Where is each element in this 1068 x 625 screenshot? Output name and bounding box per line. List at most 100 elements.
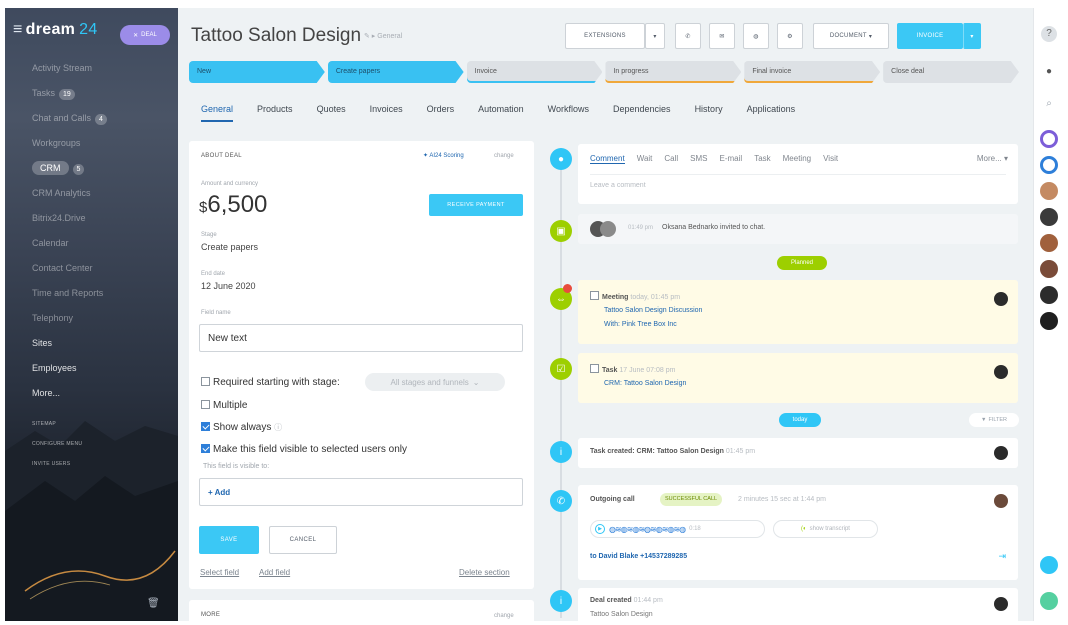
save-button[interactable]: SAVE [199, 526, 259, 554]
option-required[interactable]: Required starting with stage: [201, 377, 340, 388]
help-icon[interactable]: ? [1041, 26, 1057, 42]
help-icon[interactable]: ⓘ [274, 423, 282, 432]
avatar[interactable] [1040, 208, 1058, 226]
sidebar-item-calendar[interactable]: Calendar [5, 231, 178, 256]
multiple-checkbox[interactable] [201, 400, 210, 409]
tab-invoices[interactable]: Invoices [370, 104, 403, 122]
edit-icon[interactable]: ✎ ▸ [364, 33, 377, 40]
hamburger-icon[interactable]: ≡ [13, 21, 23, 38]
bitrix-logo[interactable]: ≡ dream 24 [13, 21, 98, 39]
composer-tab-meeting[interactable]: Meeting [783, 154, 811, 164]
document-button[interactable]: DOCUMENT ▾ [813, 23, 889, 49]
stage-create-papers[interactable]: Create papers [327, 61, 464, 83]
sidebar-item-chat[interactable]: Chat and Calls 4 [5, 106, 178, 131]
add-users-field[interactable]: + Add [199, 478, 523, 506]
sidebar-item-crm[interactable]: CRM 5 [5, 156, 178, 181]
extensions-dropdown[interactable]: ▾ [645, 23, 665, 49]
task-created-title[interactable]: Task created: CRM: Tattoo Salon Design [590, 448, 724, 455]
option-show-always[interactable]: Show always ⓘ [201, 422, 282, 433]
sidebar-item-employees[interactable]: Employees [5, 356, 178, 381]
sidebar-item-more[interactable]: More... [5, 381, 178, 406]
extensions-button[interactable]: EXTENSIONS [565, 23, 645, 49]
tab-history[interactable]: History [695, 104, 723, 122]
configure-menu-link[interactable]: CONFIGURE MENU [5, 434, 178, 454]
sitemap-link[interactable]: SITEMAP [5, 414, 178, 434]
option-multiple[interactable]: Multiple [201, 400, 247, 411]
meeting-with[interactable]: With: Pink Tree Box Inc [604, 321, 677, 328]
more-change-link[interactable]: change [494, 613, 514, 619]
add-field-link[interactable]: Add field [259, 568, 290, 577]
cancel-button[interactable]: CANCEL [269, 526, 337, 554]
change-link[interactable]: change [494, 153, 514, 159]
trash-icon[interactable]: 🗑 [147, 598, 160, 609]
sidebar-item-time-reports[interactable]: Time and Reports [5, 281, 178, 306]
open-lines-icon[interactable] [1040, 556, 1058, 574]
email-button[interactable]: ✉ [709, 23, 735, 49]
avatar[interactable] [1040, 260, 1058, 278]
meeting-checkbox[interactable] [590, 291, 599, 300]
amount-value[interactable]: $6,500 [199, 191, 267, 219]
phone-icon[interactable] [1040, 592, 1058, 610]
composer-tab-visit[interactable]: Visit [823, 154, 838, 164]
field-name-input[interactable]: New text [199, 324, 523, 352]
search-icon[interactable]: ⌕ [1041, 96, 1057, 112]
task-checkbox[interactable] [590, 364, 599, 373]
chat-button[interactable]: ◍ [743, 23, 769, 49]
invoice-dropdown[interactable]: ▾ [963, 23, 981, 49]
sidebar-item-tasks[interactable]: Tasks 19 [5, 81, 178, 106]
show-transcript-button[interactable]: (◐ show transcript [773, 520, 878, 538]
composer-tab-comment[interactable]: Comment [590, 154, 625, 164]
avatar[interactable] [1040, 312, 1058, 330]
stages-select[interactable]: All stages and funnels ⌄ [365, 373, 505, 391]
required-checkbox[interactable] [201, 377, 210, 386]
audio-player[interactable]: ▶ ◍≋◍≋◍≋◍≋◍≋◍≋◍ 0:18 [590, 520, 765, 538]
close-icon[interactable]: ✕ [133, 32, 138, 39]
show-always-checkbox[interactable] [201, 422, 210, 431]
sidebar-item-activity-stream[interactable]: Activity Stream [5, 56, 178, 81]
bell-icon[interactable]: ● [1041, 64, 1057, 80]
comment-input[interactable]: Leave a comment [590, 182, 646, 189]
sidebar-item-workgroups[interactable]: Workgroups [5, 131, 178, 156]
call-back-icon[interactable]: ⇥ [998, 551, 1006, 562]
meeting-title[interactable]: Meeting [602, 294, 628, 301]
invite-users-link[interactable]: INVITE USERS [5, 454, 178, 474]
receive-payment-button[interactable]: RECEIVE PAYMENT [429, 194, 523, 216]
avatar[interactable] [1040, 286, 1058, 304]
stage-in-progress[interactable]: In progress [605, 61, 742, 83]
call-title[interactable]: Outgoing call [590, 496, 635, 503]
deal-created-title[interactable]: Deal created [590, 597, 632, 604]
composer-tab-wait[interactable]: Wait [637, 154, 653, 164]
filter-button[interactable]: ▼ FILTER [969, 413, 1019, 427]
tab-dependencies[interactable]: Dependencies [613, 104, 671, 122]
settings-button[interactable]: ⚙ [777, 23, 803, 49]
composer-tab-email[interactable]: E-mail [720, 154, 743, 164]
visible-checkbox[interactable] [201, 444, 210, 453]
deal-badge[interactable]: ✕ DEAL [120, 25, 170, 45]
scoring-link[interactable]: ✦ AI24 Scoring [423, 152, 464, 159]
invoice-button[interactable]: INVOICE [897, 23, 963, 49]
tab-workflows[interactable]: Workflows [548, 104, 589, 122]
tab-general[interactable]: General [201, 104, 234, 122]
select-field-link[interactable]: Select field [200, 568, 239, 577]
avatar[interactable] [1040, 130, 1058, 148]
call-recipient[interactable]: to David Blake +14537289285 [590, 553, 687, 560]
sidebar-item-telephony[interactable]: Telephony [5, 306, 178, 331]
sidebar-item-crm-analytics[interactable]: CRM Analytics [5, 181, 178, 206]
composer-tab-call[interactable]: Call [664, 154, 678, 164]
tab-quotes[interactable]: Quotes [317, 104, 346, 122]
tab-automation[interactable]: Automation [478, 104, 524, 122]
meeting-subject[interactable]: Tattoo Salon Design Discussion [604, 307, 702, 314]
add-link[interactable]: + Add [208, 488, 230, 497]
end-date-value[interactable]: 12 June 2020 [201, 281, 256, 291]
task-subject[interactable]: CRM: Tattoo Salon Design [604, 380, 686, 387]
sidebar-item-contact-center[interactable]: Contact Center [5, 256, 178, 281]
stage-new[interactable]: New [189, 61, 325, 83]
avatar[interactable] [1040, 182, 1058, 200]
avatar[interactable] [1040, 234, 1058, 252]
tab-products[interactable]: Products [257, 104, 293, 122]
composer-tab-sms[interactable]: SMS [690, 154, 707, 164]
stage-final-invoice[interactable]: Final invoice [744, 61, 881, 83]
option-visible-selected[interactable]: Make this field visible to selected user… [201, 444, 407, 455]
composer-tab-task[interactable]: Task [754, 154, 770, 164]
tab-applications[interactable]: Applications [747, 104, 796, 122]
